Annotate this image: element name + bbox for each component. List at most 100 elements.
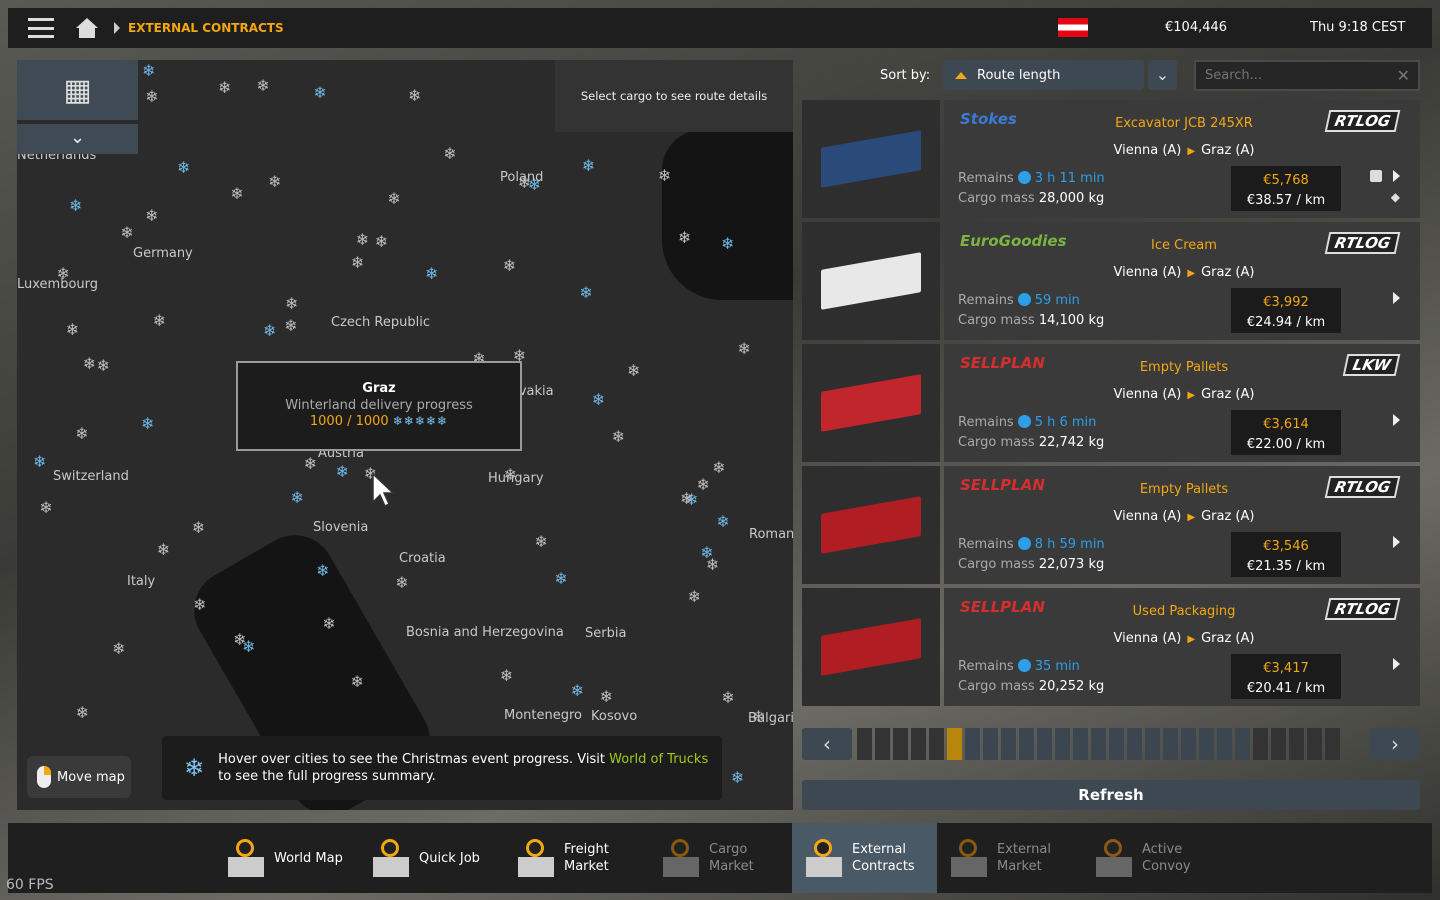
page-segment[interactable] [1109, 728, 1124, 760]
city-snowflake-icon[interactable]: ❄ [120, 223, 133, 242]
city-snowflake-icon[interactable]: ❄ [627, 361, 640, 380]
page-segment[interactable] [1181, 728, 1196, 760]
sort-select[interactable]: Route length [943, 60, 1144, 90]
city-snowflake-icon[interactable]: ❄ [76, 703, 89, 722]
city-snowflake-icon[interactable]: ❄ [592, 390, 605, 409]
city-snowflake-icon[interactable]: ❄ [263, 321, 276, 340]
city-snowflake-icon[interactable]: ❄ [83, 354, 96, 373]
search-field[interactable]: ✕ [1194, 60, 1420, 91]
city-snowflake-icon[interactable]: ❄ [142, 61, 155, 80]
city-snowflake-icon[interactable]: ❄ [579, 283, 592, 302]
city-snowflake-icon[interactable]: ❄ [256, 76, 269, 95]
page-segment[interactable] [1127, 728, 1142, 760]
city-snowflake-icon[interactable]: ❄ [242, 637, 255, 656]
map-layer-button[interactable]: ▦ [17, 60, 138, 120]
page-segment[interactable] [1163, 728, 1178, 760]
city-snowflake-icon[interactable]: ❄ [69, 196, 82, 215]
page-segment[interactable] [1289, 728, 1304, 760]
city-snowflake-icon[interactable]: ❄ [752, 707, 765, 726]
city-snowflake-icon[interactable]: ❄ [535, 532, 548, 551]
search-input[interactable] [1205, 68, 1385, 83]
city-snowflake-icon[interactable]: ❄ [356, 230, 369, 249]
city-snowflake-icon[interactable]: ❄ [716, 512, 729, 531]
city-snowflake-icon[interactable]: ❄ [153, 311, 166, 330]
city-snowflake-icon[interactable]: ❄ [157, 540, 170, 559]
page-segment[interactable] [911, 728, 926, 760]
home-icon[interactable] [76, 18, 98, 38]
city-snowflake-icon[interactable]: ❄ [678, 228, 691, 247]
details-arrow-icon[interactable] [1393, 536, 1400, 548]
nav-external-market[interactable]: External Market [937, 823, 1082, 893]
city-snowflake-icon[interactable]: ❄ [39, 498, 52, 517]
page-segment[interactable] [1271, 728, 1286, 760]
page-segment[interactable] [929, 728, 944, 760]
page-segment[interactable] [947, 728, 962, 760]
city-snowflake-icon[interactable]: ❄ [177, 158, 190, 177]
world-of-trucks-link[interactable]: World of Trucks [609, 752, 708, 767]
city-snowflake-icon[interactable]: ❄ [737, 339, 750, 358]
details-arrow-icon[interactable] [1393, 658, 1400, 670]
city-snowflake-icon[interactable]: ❄ [145, 206, 158, 225]
city-snowflake-icon[interactable]: ❄ [387, 189, 400, 208]
city-snowflake-icon[interactable]: ❄ [268, 172, 281, 191]
city-snowflake-icon[interactable]: ❄ [351, 672, 364, 691]
city-snowflake-icon[interactable]: ❄ [375, 232, 388, 251]
city-snowflake-icon[interactable]: ❄ [554, 569, 567, 588]
city-snowflake-icon[interactable]: ❄ [721, 688, 734, 707]
prev-page-button[interactable]: ‹ [802, 728, 852, 760]
cargo-card[interactable]: SELLPLAN Empty Pallets Vienna (A) ▶ Graz (… [802, 344, 1420, 462]
page-segment[interactable] [1199, 728, 1214, 760]
city-snowflake-icon[interactable]: ❄ [680, 489, 693, 508]
details-arrow-icon[interactable] [1393, 414, 1400, 426]
nav-world-map[interactable]: World Map [214, 823, 359, 893]
city-snowflake-icon[interactable]: ❄ [425, 264, 438, 283]
cargo-card[interactable]: EuroGoodies Ice Cream Vienna (A) ▶ Graz (A… [802, 222, 1420, 340]
details-arrow-icon[interactable] [1393, 170, 1400, 182]
page-segment[interactable] [965, 728, 980, 760]
sort-dropdown-button[interactable]: ⌄ [1148, 60, 1177, 90]
menu-icon[interactable] [28, 18, 54, 38]
page-segment[interactable] [1091, 728, 1106, 760]
city-snowflake-icon[interactable]: ❄ [351, 253, 364, 272]
city-snowflake-icon[interactable]: ❄ [316, 561, 329, 580]
city-snowflake-icon[interactable]: ❄ [66, 320, 79, 339]
nav-cargo-market[interactable]: Cargo Market [649, 823, 794, 893]
cargo-card[interactable]: SELLPLAN Empty Pallets Vienna (A) ▶ Graz (… [802, 466, 1420, 584]
city-snowflake-icon[interactable]: ❄ [193, 595, 206, 614]
city-snowflake-icon[interactable]: ❄ [688, 587, 701, 606]
city-snowflake-icon[interactable]: ❄ [230, 184, 243, 203]
city-snowflake-icon[interactable]: ❄ [313, 83, 326, 102]
clear-search-icon[interactable]: ✕ [1397, 66, 1410, 85]
city-snowflake-icon[interactable]: ❄ [304, 454, 317, 473]
page-segment[interactable] [1019, 728, 1034, 760]
city-snowflake-icon[interactable]: ❄ [395, 573, 408, 592]
city-snowflake-icon[interactable]: ❄ [75, 424, 88, 443]
page-segment[interactable] [1055, 728, 1070, 760]
city-snowflake-icon[interactable]: ❄ [500, 666, 513, 685]
nav-active-convoy[interactable]: Active Convoy [1082, 823, 1227, 893]
page-segment[interactable] [1073, 728, 1088, 760]
city-snowflake-icon[interactable]: ❄ [112, 639, 125, 658]
city-snowflake-icon[interactable]: ❄ [97, 356, 110, 375]
city-snowflake-icon[interactable]: ❄ [141, 414, 154, 433]
city-snowflake-icon[interactable]: ❄ [721, 234, 734, 253]
city-snowflake-icon[interactable]: ❄ [57, 264, 70, 283]
city-snowflake-icon[interactable]: ❄ [145, 87, 158, 106]
page-segment[interactable] [893, 728, 908, 760]
city-snowflake-icon[interactable]: ❄ [658, 166, 671, 185]
nav-external-contracts[interactable]: External Contracts [792, 823, 937, 893]
city-snowflake-icon[interactable]: ❄ [503, 256, 516, 275]
city-snowflake-icon[interactable]: ❄ [290, 488, 303, 507]
city-snowflake-icon[interactable]: ❄ [712, 458, 725, 477]
city-snowflake-icon[interactable]: ❄ [600, 687, 613, 706]
city-snowflake-icon[interactable]: ❄ [504, 465, 517, 484]
next-page-button[interactable]: › [1370, 728, 1420, 760]
city-snowflake-icon[interactable]: ❄ [612, 427, 625, 446]
city-snowflake-icon[interactable]: ❄ [218, 78, 231, 97]
page-segment[interactable] [875, 728, 890, 760]
page-segment[interactable] [857, 728, 872, 760]
city-snowflake-icon[interactable]: ❄ [336, 462, 349, 481]
cargo-card[interactable]: SELLPLAN Used Packaging Vienna (A) ▶ Graz … [802, 588, 1420, 706]
map-layer-expand-button[interactable]: ⌄ [17, 124, 138, 154]
page-segment[interactable] [1037, 728, 1052, 760]
